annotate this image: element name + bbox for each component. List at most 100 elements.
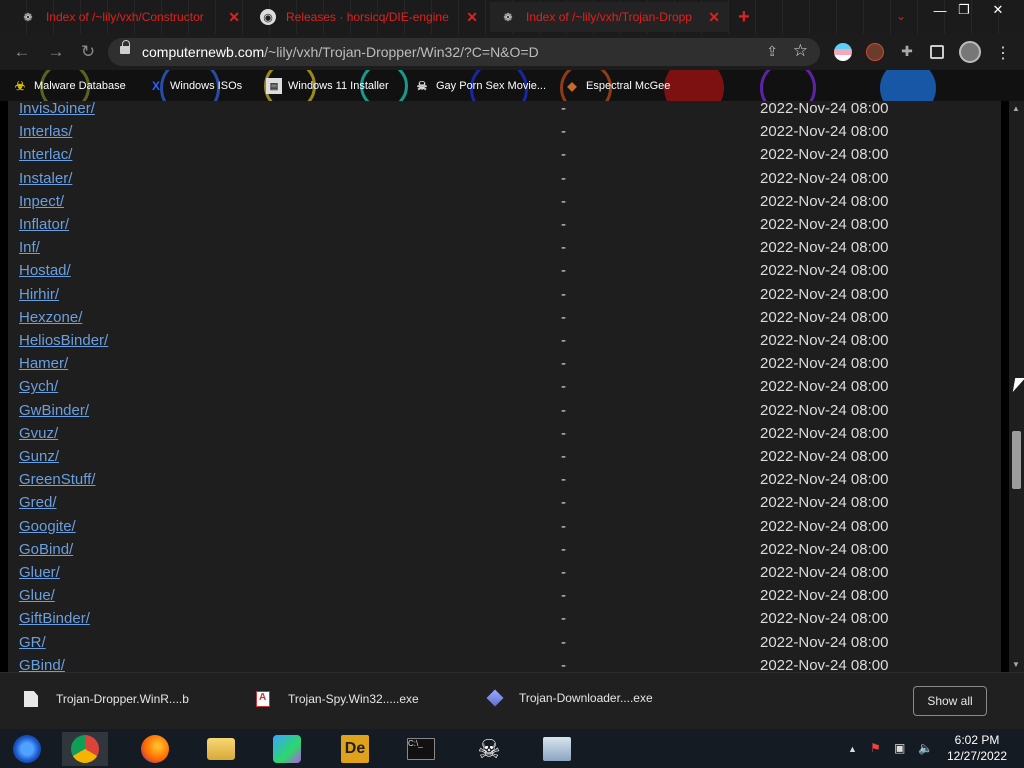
volume-icon[interactable]: 🔈 [918,741,933,755]
tab-constructor[interactable]: ❁ Index of /~lily/vxh/Constructor ✕ [10,2,248,32]
directory-link[interactable]: Gvuz/ [19,425,58,442]
new-tab-button[interactable]: + [738,6,750,29]
restore-button[interactable]: ❐ [950,0,978,20]
directory-link[interactable]: GBind/ [19,657,65,672]
directory-link[interactable]: Hexzone/ [19,309,82,326]
scroll-down-arrow-icon[interactable]: ▼ [1012,660,1020,669]
directory-link[interactable]: GiftBinder/ [19,610,90,627]
directory-link[interactable]: GreenStuff/ [19,471,95,488]
extension-flag-icon[interactable] [834,43,852,61]
url-path: /~lily/vxh/Trojan-Dropper/Win32/?C=N&O=D [264,44,539,60]
start-button[interactable] [4,732,50,766]
tab-close-icon[interactable]: ✕ [228,9,240,26]
directory-link[interactable]: Inflator/ [19,216,69,233]
download-item[interactable]: Trojan-Downloader....exe [486,689,653,707]
forward-button[interactable]: → [44,41,68,63]
date-cell: 2022-Nov-24 08:00 [760,192,889,210]
taskbar-chrome[interactable] [62,732,108,766]
table-row: Glue/ - 2022-Nov-24 08:00 [8,587,1001,610]
gem-icon [486,689,504,707]
taskbar-firefox[interactable] [132,732,178,766]
directory-link[interactable]: Hirhir/ [19,286,59,303]
size-cell: - [561,355,566,373]
directory-link[interactable]: Gred/ [19,494,57,511]
page-viewport: InvisJoiner/ - 2022-Nov-24 08:00 Interlas/ -… [0,101,1009,672]
directory-link[interactable]: Instaler/ [19,170,72,187]
table-row: Hostad/ - 2022-Nov-24 08:00 [8,262,1001,285]
tab-close-icon[interactable]: ✕ [466,9,478,26]
date-cell: 2022-Nov-24 08:00 [760,494,889,512]
bookmark-movie[interactable]: ☠ Gay Porn Sex Movie... [414,76,546,96]
directory-link[interactable]: Gunz/ [19,448,59,465]
directory-link[interactable]: Googite/ [19,518,76,535]
bookmark-label: Windows ISOs [170,80,243,92]
directory-link[interactable]: Inf/ [19,239,40,256]
taskbar-monitor-app[interactable] [534,732,580,766]
clock-time: 6:02 PM [954,733,1000,747]
tab-releases[interactable]: ◉ Releases · horsicq/DIE-engine ✕ [250,2,486,32]
tab-close-icon[interactable]: ✕ [708,9,720,26]
size-cell: - [561,378,566,396]
network-icon[interactable]: ▣ [894,741,905,755]
directory-link[interactable]: Interlac/ [19,146,72,163]
taskbar-cmd[interactable]: C:\_ [398,732,444,766]
directory-link[interactable]: GwBinder/ [19,402,89,419]
bookmark-windows-isos[interactable]: X Windows ISOs [148,76,242,96]
bookmark-windows-11-installer[interactable]: ▤ Windows 11 Installer [266,76,389,96]
reload-button[interactable]: ↻ [76,41,100,63]
tab-search-chevron-icon[interactable]: ⌄ [896,9,906,23]
table-row: Instaler/ - 2022-Nov-24 08:00 [8,170,1001,193]
table-row: GR/ - 2022-Nov-24 08:00 [8,634,1001,657]
decor-circle [664,70,724,101]
bookmark-star-icon[interactable]: ☆ [793,41,808,61]
menu-kebab-icon[interactable]: ⋮ [995,43,1011,63]
taskbar-file-explorer[interactable] [198,732,244,766]
directory-link[interactable]: GoBind/ [19,541,73,558]
tab-trojan-dropper[interactable]: ❁ Index of /~lily/vxh/Trojan-Dropp ✕ [490,2,728,32]
directory-link[interactable]: GR/ [19,634,46,651]
scroll-up-arrow-icon[interactable]: ▲ [1012,104,1020,113]
download-item[interactable]: Trojan-Spy.Win32.....exe [256,691,419,707]
download-filename: Trojan-Spy.Win32.....exe [288,692,419,706]
directory-link[interactable]: Gych/ [19,378,58,395]
size-cell: - [561,401,566,419]
action-center-flag-icon[interactable]: ⚑ [870,741,881,755]
size-cell: - [561,564,566,581]
directory-link[interactable]: Glue/ [19,587,55,604]
taskbar-skull-app[interactable]: ☠ [466,732,512,766]
size-cell: - [561,540,566,558]
decor-circle [760,70,816,101]
windows-taskbar: De C:\_ ☠ ▲ ⚑ ▣ 🔈 6:02 PM 12/27/2022 [0,729,1024,768]
extension-avatar-icon[interactable] [866,43,884,61]
close-window-button[interactable]: ✕ [984,0,1012,20]
show-all-downloads-button[interactable]: Show all [913,686,987,716]
bookmark-malware-database[interactable]: ☣ Malware Database [12,76,126,96]
directory-link[interactable]: Hostad/ [19,262,71,279]
directory-link[interactable]: Inpect/ [19,193,64,210]
show-hidden-icons-chevron-icon[interactable]: ▲ [848,744,857,754]
back-button[interactable]: ← [10,41,34,63]
profile-avatar-icon[interactable] [959,41,981,63]
decor-circle [880,70,936,101]
download-item[interactable]: Trojan-Dropper.WinR....b [24,691,189,707]
directory-link[interactable]: HeliosBinder/ [19,332,108,349]
directory-link[interactable]: InvisJoiner/ [19,101,95,117]
address-bar[interactable]: computernewb.com/~lily/vxh/Trojan-Droppe… [108,38,820,66]
directory-link[interactable]: Interlas/ [19,123,72,140]
bookmark-espectral-mcgee[interactable]: ◆ Espectral McGee [564,76,670,96]
table-row: Hamer/ - 2022-Nov-24 08:00 [8,355,1001,378]
taskbar-de-app[interactable]: De [332,732,378,766]
scrollbar-thumb[interactable] [1012,431,1021,489]
taskbar-messenger[interactable] [264,732,310,766]
directory-link[interactable]: Hamer/ [19,355,68,372]
share-icon[interactable]: ⇪ [766,43,778,60]
lock-icon[interactable] [120,40,130,56]
extensions-puzzle-icon[interactable]: ✚ [898,43,916,61]
side-panel-icon[interactable] [930,45,944,59]
directory-link[interactable]: Gluer/ [19,564,60,581]
fox-icon: ◆ [567,79,577,93]
system-clock[interactable]: 6:02 PM 12/27/2022 [936,732,1018,764]
url-text[interactable]: computernewb.com/~lily/vxh/Trojan-Droppe… [142,44,539,60]
date-cell: 2022-Nov-24 08:00 [760,216,889,233]
size-cell: - [561,587,566,605]
